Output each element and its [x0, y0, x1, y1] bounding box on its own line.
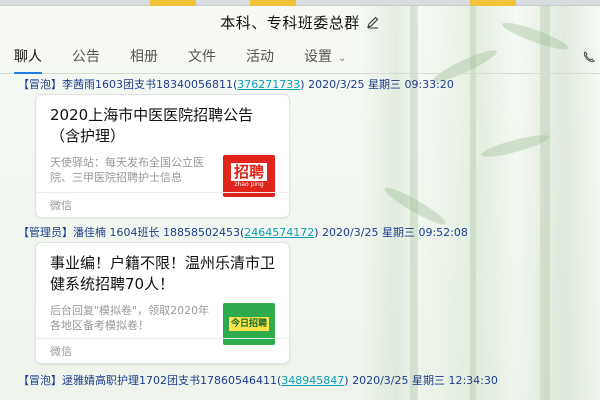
message-header: 【管理员】潘佳楠 1604班长 18858502453(2464574172) …: [18, 226, 468, 239]
tab-chat[interactable]: 聊人: [14, 46, 42, 74]
sender-name[interactable]: 逯雅婧高职护理1702团支书17860546411(: [62, 374, 281, 387]
link-card[interactable]: 2020上海市中医医院招聘公告（含护理） 天使驿站：每天发布全国公立医院、三甲医…: [35, 94, 290, 218]
tab-files[interactable]: 文件: [188, 46, 216, 73]
card-source: 微信: [36, 192, 289, 217]
qq-link[interactable]: 376271733: [237, 78, 300, 91]
tab-announcement[interactable]: 公告: [72, 46, 100, 73]
qq-link[interactable]: 348945847: [281, 374, 344, 387]
card-source: 微信: [36, 338, 289, 363]
tab-bar: 聊人 公告 相册 文件 活动 设置 ⌄: [0, 42, 600, 74]
card-title: 事业编！户籍不限！温州乐清市卫健系统招聘70人！: [50, 254, 276, 293]
chevron-down-icon: ⌄: [338, 53, 347, 64]
sender-name[interactable]: 李茜雨1603团支书18340056811(: [62, 78, 237, 91]
card-thumbnail: 招聘 zhao ping: [223, 155, 275, 197]
tab-settings[interactable]: 设置 ⌄: [304, 46, 346, 73]
group-title: 本科、专科班委总群: [220, 13, 360, 32]
message-header: 【冒泡】李茜雨1603团支书18340056811(376271733) 202…: [18, 78, 454, 91]
timestamp: 2020/3/25 星期三 12:34:30: [348, 374, 498, 387]
tab-activity[interactable]: 活动: [246, 46, 274, 73]
sender-name[interactable]: 潘佳楠 1604班长 18858502453(: [73, 226, 244, 239]
card-description: 后台回复"模拟卷"，领取2020年各地区备考模拟卷！: [50, 304, 210, 332]
tab-album[interactable]: 相册: [130, 46, 158, 73]
timestamp: 2020/3/25 星期三 09:52:08: [318, 226, 468, 239]
timestamp: 2020/3/25 星期三 09:33:20: [304, 78, 454, 91]
card-description: 天使驿站：每天发布全国公立医院、三甲医院招聘护士信息: [50, 156, 204, 184]
link-card[interactable]: 事业编！户籍不限！温州乐清市卫健系统招聘70人！ 后台回复"模拟卷"，领取202…: [35, 242, 290, 364]
card-title: 2020上海市中医医院招聘公告（含护理）: [50, 106, 254, 145]
edit-icon[interactable]: [366, 15, 380, 29]
phone-icon[interactable]: [582, 50, 596, 64]
chat-header: 本科、专科班委总群: [0, 6, 600, 38]
message-header: 【冒泡】逯雅婧高职护理1702团支书17860546411(348945847)…: [18, 374, 498, 387]
qq-link[interactable]: 2464574172: [244, 226, 314, 239]
